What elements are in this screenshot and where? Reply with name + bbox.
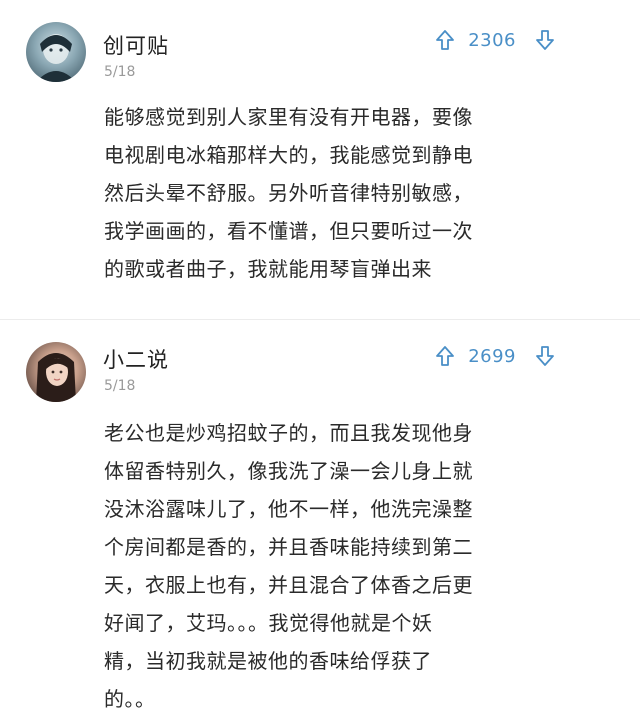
- arrow-up-icon[interactable]: [434, 344, 456, 368]
- avatar-image: [36, 353, 76, 402]
- vote-count: 2699: [468, 345, 516, 367]
- comment-text: 能够感觉到别人家里有没有开电器，要像 电视剧电冰箱那样大的，我能感觉到静电 然后…: [104, 105, 473, 281]
- username[interactable]: 小二说: [103, 344, 169, 374]
- comment-card: 小二说 5/18 2699 老公也是炒鸡招蚊子的，而且我发现他身 体留香特别久，…: [0, 320, 640, 712]
- vote-controls: 2699: [434, 344, 556, 368]
- arrow-up-icon[interactable]: [434, 28, 456, 52]
- vote-count: 2306: [468, 29, 516, 51]
- vote-controls: 2306: [434, 28, 556, 52]
- avatar-image: [36, 34, 76, 82]
- avatar[interactable]: [26, 342, 86, 402]
- comment-date: 5/18: [104, 64, 136, 80]
- comment-card: 创可贴 5/18 2306 能够感觉到别人家里有没有开电器，要像 电视剧电冰箱那…: [0, 0, 640, 320]
- comment-date: 5/18: [104, 378, 136, 394]
- avatar[interactable]: [26, 22, 86, 82]
- username[interactable]: 创可贴: [103, 30, 169, 60]
- comment-text: 老公也是炒鸡招蚊子的，而且我发现他身 体留香特别久，像我洗了澡一会儿身上就 没沐…: [104, 421, 473, 711]
- arrow-down-icon[interactable]: [534, 28, 556, 52]
- arrow-down-icon[interactable]: [534, 344, 556, 368]
